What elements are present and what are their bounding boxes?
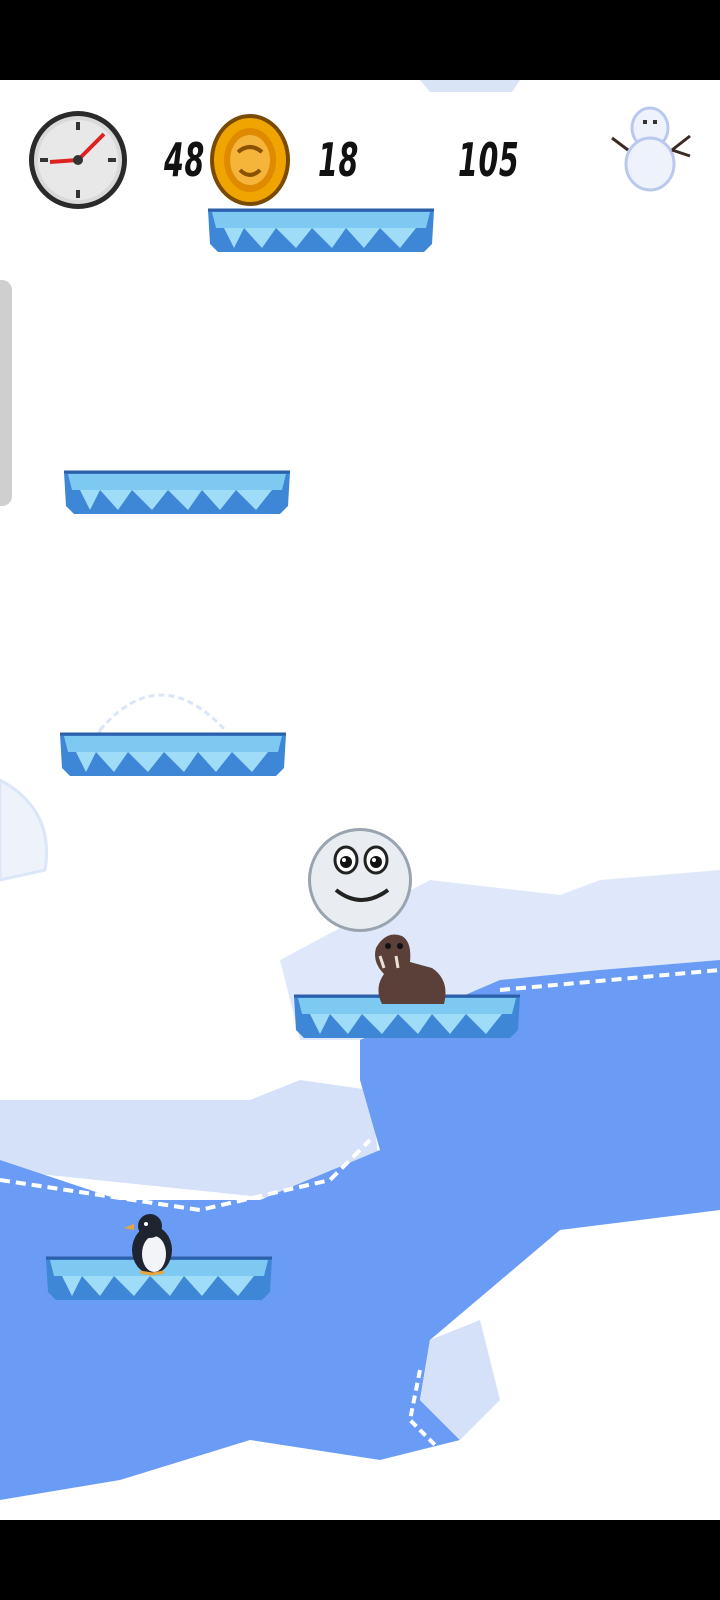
penguin-character	[124, 1214, 172, 1276]
game-screen[interactable]: 48 18 105	[0, 80, 720, 1520]
snowman-icon[interactable]	[608, 100, 694, 192]
clock-icon	[29, 111, 127, 209]
hud: 48 18 105	[0, 80, 720, 220]
score: 105	[458, 133, 520, 187]
coin-count: 18	[318, 133, 359, 187]
ice-platform	[208, 208, 434, 252]
coin-icon	[210, 114, 290, 206]
scenery-background	[0, 80, 720, 1520]
snowball-player[interactable]	[306, 826, 414, 934]
walrus-character	[375, 934, 446, 1004]
ice-platform	[60, 732, 286, 776]
ice-platform	[64, 470, 290, 514]
time-remaining: 48	[164, 133, 205, 187]
side-panel-handle[interactable]	[0, 280, 12, 506]
